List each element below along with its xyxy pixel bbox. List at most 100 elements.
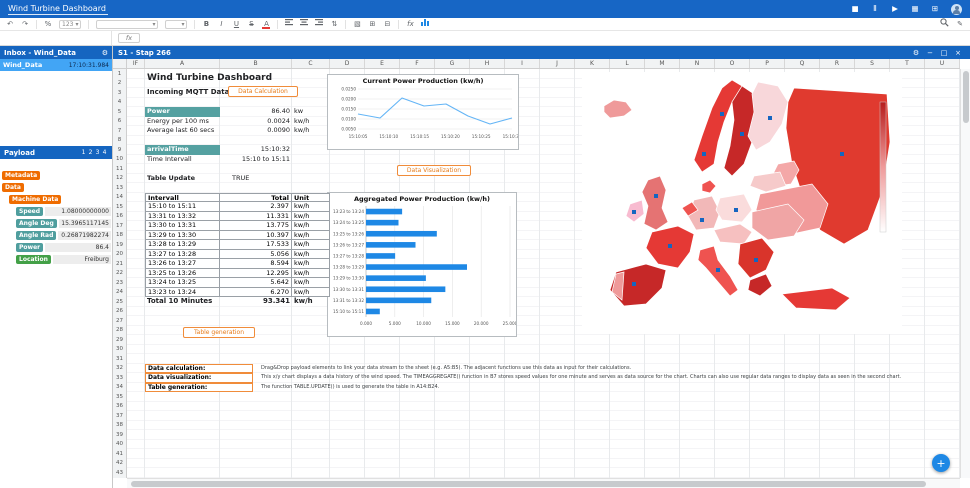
cell-table-update-label[interactable]: Table Update [147,174,195,184]
row-header-31[interactable]: 31 [113,354,126,364]
column-header-I[interactable]: I [505,59,540,68]
payload-node-angle-rad[interactable]: Angle Rad0.26871982274 [0,230,112,241]
row-header-6[interactable]: 6 [113,117,126,127]
vertical-scrollbar-thumb[interactable] [963,71,969,123]
row-header-13[interactable]: 13 [113,183,126,193]
column-header-A[interactable]: A [145,59,220,68]
row-header-27[interactable]: 27 [113,316,126,326]
row-header-11[interactable]: 11 [113,164,126,174]
interval-table-cell[interactable]: 5.056 [220,250,292,260]
fx-icon[interactable]: fx [118,33,140,43]
interval-table-cell[interactable]: kw/h [292,250,330,260]
column-header-Q[interactable]: Q [785,59,820,68]
row-header-22[interactable]: 22 [113,269,126,279]
row-header-34[interactable]: 34 [113,383,126,393]
cell-name-box[interactable] [0,31,112,45]
cell-power-value[interactable]: 86.40 [220,107,290,117]
payload-node-metadata[interactable]: Metadata [0,170,112,181]
interval-table-cell[interactable]: 12.295 [220,269,292,279]
data-calculation-button[interactable]: Data Calculation [228,86,298,97]
align-center-icon[interactable] [300,18,308,30]
payload-node-data[interactable]: Data [0,182,112,193]
row-header-9[interactable]: 9 [113,145,126,155]
interval-table-cell[interactable]: 2.397 [220,202,292,212]
vertical-align-icon[interactable]: ⇅ [330,18,338,30]
merge-cells-icon[interactable]: ⊟ [383,18,391,30]
row-header-2[interactable]: 2 [113,79,126,89]
select-all-corner[interactable] [113,59,127,69]
interval-table-cell[interactable]: 13:27 to 13:28 [145,250,220,260]
row-header-29[interactable]: 29 [113,335,126,345]
row-header-41[interactable]: 41 [113,449,126,459]
row-header-38[interactable]: 38 [113,421,126,431]
interval-table-cell[interactable]: 17.533 [220,240,292,250]
interval-table-cell[interactable]: 10.397 [220,231,292,241]
row-header-8[interactable]: 8 [113,136,126,146]
payload-key-chip[interactable]: Speed [16,207,43,216]
row-header-14[interactable]: 14 [113,193,126,203]
row-header-24[interactable]: 24 [113,288,126,298]
column-header-T[interactable]: T [890,59,925,68]
interval-table-cell[interactable]: 15:10 to 15:11 [145,202,220,212]
undo-icon[interactable]: ↶ [6,18,14,30]
row-header-25[interactable]: 25 [113,297,126,307]
payload-node-location[interactable]: LocationFreiburg [0,254,112,265]
row-header-1[interactable]: 1 [113,69,126,79]
column-header-D[interactable]: D [330,59,365,68]
column-header-IF[interactable]: IF [127,59,145,68]
stop-icon[interactable]: ■ [845,0,865,18]
row-header-21[interactable]: 21 [113,259,126,269]
column-header-P[interactable]: P [750,59,785,68]
row-header-40[interactable]: 40 [113,440,126,450]
interval-table-cell[interactable]: kw/h [292,278,330,288]
interval-table-header-cell[interactable]: Intervall [145,193,220,203]
column-header-F[interactable]: F [400,59,435,68]
zoom-icon[interactable] [940,18,949,31]
row-header-23[interactable]: 23 [113,278,126,288]
align-right-icon[interactable] [315,18,323,30]
row-header-16[interactable]: 16 [113,212,126,222]
cell-time-intervall-label[interactable]: Time Intervall [147,155,192,165]
row-header-39[interactable]: 39 [113,430,126,440]
row-header-33[interactable]: 33 [113,373,126,383]
inbox-settings-icon[interactable]: ⚙ [102,49,108,57]
cell-a1-dashboard-title[interactable]: Wind Turbine Dashboard [147,71,272,85]
row-header-42[interactable]: 42 [113,459,126,469]
row-header-4[interactable]: 4 [113,98,126,108]
cell-total-value[interactable]: 93.341 [220,297,290,307]
cell-energy-unit[interactable]: kw/h [294,117,309,127]
sheet-settings-icon[interactable]: ⚙ [909,49,923,57]
line-chart[interactable]: Current Power Production (kw/h) 0.02500.… [327,74,519,150]
interval-table-cell[interactable]: kw/h [292,212,330,222]
row-header-28[interactable]: 28 [113,326,126,336]
cell-power-unit[interactable]: kw [294,107,303,117]
edit-mode-icon[interactable]: ✎ [956,18,964,30]
europe-map[interactable] [582,72,902,334]
payload-node-power[interactable]: Power86.4 [0,242,112,253]
row-header-43[interactable]: 43 [113,468,126,478]
note-label-data-calculation[interactable]: Data calculation: [145,364,253,374]
add-button[interactable]: + [932,454,950,472]
interval-table-cell[interactable]: kw/h [292,231,330,241]
interval-table-cell[interactable]: 11.331 [220,212,292,222]
row-header-32[interactable]: 32 [113,364,126,374]
row-header-17[interactable]: 17 [113,221,126,231]
cell-energy-label[interactable]: Energy per 100 ms [147,117,209,127]
interval-table-cell[interactable]: kw/h [292,269,330,279]
interval-table-cell[interactable]: 8.594 [220,259,292,269]
cell-energy-value[interactable]: 0.0024 [220,117,290,127]
inbox-message[interactable]: Wind_Data 17:10:31.984 [0,59,112,71]
column-header-B[interactable]: B [220,59,292,68]
italic-button[interactable]: I [217,18,225,30]
cell-total-unit[interactable]: kw/h [294,297,313,307]
insert-function-icon[interactable]: fx [406,18,414,30]
app-title[interactable]: Wind Turbine Dashboard [8,4,108,15]
payload-key-chip[interactable]: Angle Deg [16,219,57,228]
horizontal-scrollbar-thumb[interactable] [131,481,926,487]
payload-level-3[interactable]: 3 [94,149,101,156]
note-label-table-generation[interactable]: Table generation: [145,383,253,393]
cell-arrivaltime-value[interactable]: 15:10:32 [220,145,290,155]
column-header-E[interactable]: E [365,59,400,68]
row-header-7[interactable]: 7 [113,126,126,136]
sheet-grid[interactable]: Wind Turbine Dashboard Incoming MQTT Dat… [127,69,960,478]
